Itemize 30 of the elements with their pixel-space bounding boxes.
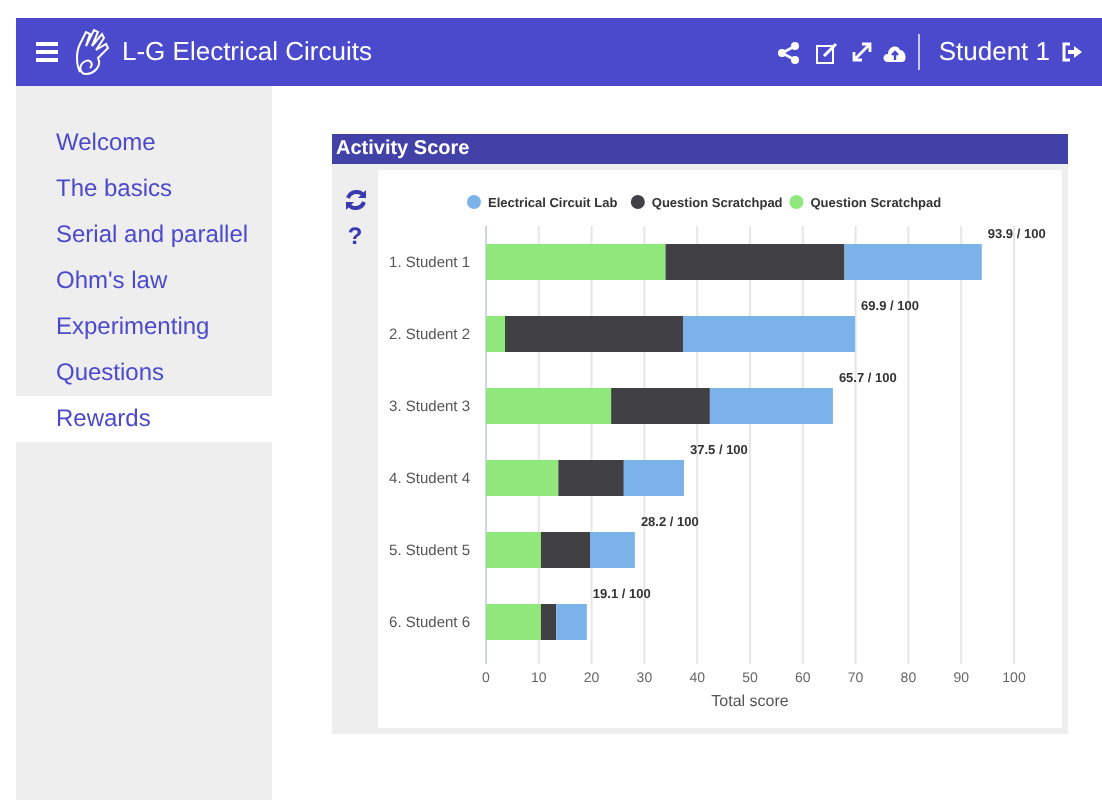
cloud-upload-icon[interactable] xyxy=(882,42,909,62)
help-button[interactable]: ? xyxy=(347,224,363,248)
app-title: L-G Electrical Circuits xyxy=(122,34,372,71)
logout-icon[interactable] xyxy=(1062,42,1082,62)
refresh-icon[interactable] xyxy=(343,188,367,212)
nav-item[interactable]: The basics xyxy=(16,166,272,212)
nav-item[interactable]: Experimenting xyxy=(16,304,272,350)
bar-segment xyxy=(540,532,590,568)
edit-icon[interactable] xyxy=(816,41,839,63)
nav-item[interactable]: Questions xyxy=(16,350,272,396)
user-name: Student 1 xyxy=(938,34,1050,71)
nav-item[interactable]: Ohm's law xyxy=(16,258,272,304)
nav-item[interactable]: Serial and parallel xyxy=(16,212,272,258)
share-icon[interactable] xyxy=(778,41,801,63)
axis-title: Total score xyxy=(711,692,789,710)
bar-segment xyxy=(623,460,684,496)
bar-segment xyxy=(709,388,833,424)
panel-title: Activity Score xyxy=(332,134,1068,164)
nav-item[interactable]: Welcome xyxy=(16,120,272,166)
bar-segment xyxy=(590,532,635,568)
bar-segment xyxy=(558,460,624,496)
hand-logo-icon xyxy=(74,28,110,76)
bar-segment xyxy=(611,388,710,424)
bar-segment xyxy=(486,388,612,424)
bar-segment xyxy=(486,460,559,496)
menu-icon[interactable] xyxy=(36,42,58,62)
nav-item[interactable]: Rewards xyxy=(16,396,272,442)
expand-icon[interactable] xyxy=(852,42,873,62)
bar-segment xyxy=(486,532,541,568)
bar-segment xyxy=(844,244,982,280)
